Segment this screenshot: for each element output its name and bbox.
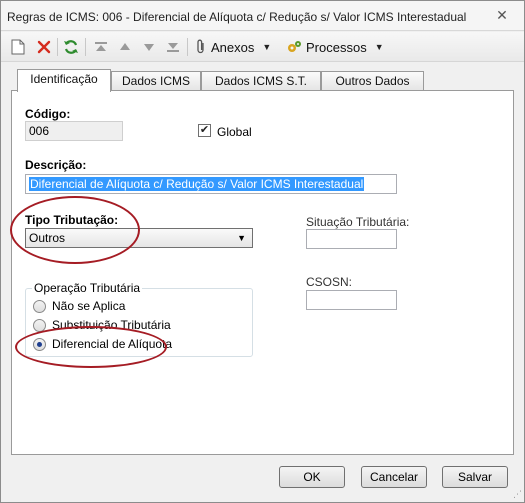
csosn-label: CSOSN: [306, 275, 353, 289]
radio-label: Substituição Tributária [52, 318, 171, 332]
codigo-label: Código: [25, 107, 71, 121]
processos-menu[interactable]: Processos ▼ [286, 38, 384, 56]
gear-icon [286, 39, 302, 55]
delete-icon[interactable] [35, 38, 53, 56]
save-button[interactable]: Salvar [442, 466, 508, 488]
radio-button[interactable] [33, 318, 46, 332]
situacao-tributaria-label: Situação Tributária: [306, 215, 410, 229]
title-bar: Regras de ICMS: 006 - Diferencial de Alí… [1, 1, 524, 31]
cancel-button[interactable]: Cancelar [361, 466, 427, 488]
radio-button[interactable] [33, 299, 46, 313]
global-checkbox[interactable]: ✔ [198, 124, 211, 137]
dropdown-arrow-icon: ▼ [262, 42, 272, 52]
paperclip-icon [195, 39, 207, 55]
first-record-icon[interactable] [92, 38, 110, 56]
previous-record-icon[interactable] [116, 38, 134, 56]
identificacao-panel: Código: 006 ✔ Global Descrição: Diferenc… [10, 90, 514, 455]
next-record-icon[interactable] [140, 38, 158, 56]
last-record-icon[interactable] [164, 38, 182, 56]
tipo-tributacao-label: Tipo Tributação: [25, 213, 119, 227]
resize-grip-icon[interactable]: ⋰ [513, 489, 522, 500]
tab-identificacao[interactable]: Identificação [17, 69, 111, 92]
tipo-tributacao-select[interactable]: Outros ▼ [25, 228, 253, 248]
tab-dados-icms-st[interactable]: Dados ICMS S.T. [201, 71, 321, 91]
ok-button[interactable]: OK [279, 466, 345, 488]
tab-dados-icms[interactable]: Dados ICMS [111, 71, 201, 91]
tab-container: Identificação Dados ICMS Dados ICMS S.T.… [10, 69, 514, 456]
radio-label: Não se Aplica [52, 299, 126, 313]
descricao-field[interactable]: Diferencial de Alíquota c/ Redução s/ Va… [25, 174, 397, 194]
anexos-label: Anexos [211, 39, 255, 55]
global-label: Global [217, 125, 252, 139]
new-document-icon[interactable] [9, 38, 27, 56]
processos-label: Processos [306, 39, 367, 55]
toolbar: Anexos ▼ Processos ▼ [1, 32, 524, 62]
dialog-window: Regras de ICMS: 006 - Diferencial de Alí… [0, 0, 525, 503]
toolbar-separator [85, 38, 86, 56]
codigo-field[interactable]: 006 [25, 121, 123, 141]
radio-button-selected[interactable] [33, 337, 46, 351]
operacao-tributaria-legend: Operação Tributária [32, 281, 143, 295]
dropdown-arrow-icon: ▼ [237, 233, 246, 243]
window-title: Regras de ICMS: 006 - Diferencial de Alí… [7, 10, 467, 24]
toolbar-separator [57, 38, 58, 56]
toolbar-separator [187, 38, 188, 56]
descricao-label: Descrição: [25, 158, 87, 172]
csosn-field[interactable] [306, 290, 397, 310]
close-icon[interactable]: ✕ [494, 7, 510, 23]
radio-substituicao-tributaria[interactable]: Substituição Tributária [33, 317, 171, 333]
descricao-selected-text: Diferencial de Alíquota c/ Redução s/ Va… [29, 177, 365, 191]
tab-outros-dados[interactable]: Outros Dados [321, 71, 424, 91]
radio-label: Diferencial de Alíquota [52, 337, 173, 351]
anexos-menu[interactable]: Anexos ▼ [195, 38, 271, 56]
radio-nao-se-aplica[interactable]: Não se Aplica [33, 298, 125, 314]
operacao-tributaria-group: Operação Tributária Não se Aplica Substi… [25, 281, 253, 357]
button-bar: OK Cancelar Salvar ⋰ [1, 459, 524, 502]
dropdown-arrow-icon: ▼ [374, 42, 384, 52]
tipo-tributacao-value: Outros [29, 231, 66, 245]
situacao-tributaria-field[interactable] [306, 229, 397, 249]
refresh-icon[interactable] [62, 38, 80, 56]
radio-diferencial-de-aliquota[interactable]: Diferencial de Alíquota [33, 336, 172, 352]
